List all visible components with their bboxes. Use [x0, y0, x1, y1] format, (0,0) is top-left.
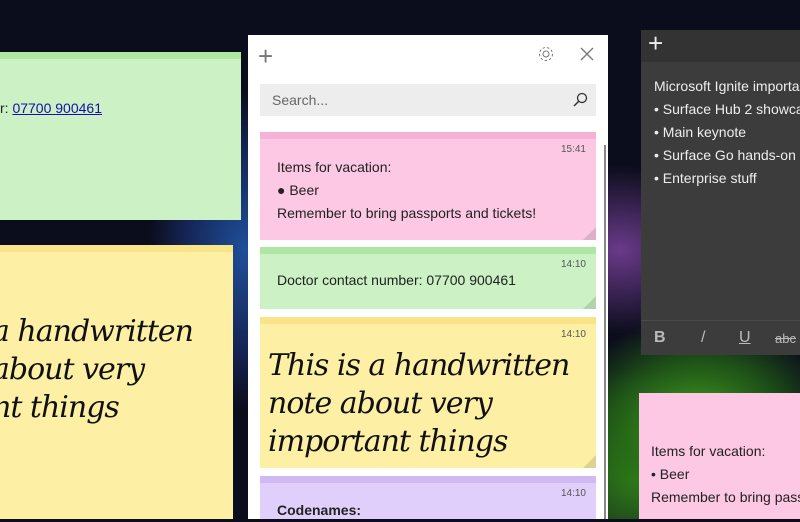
add-note-icon[interactable]: + [648, 28, 663, 59]
search-bar[interactable] [260, 84, 596, 116]
note-text: Items for vacation: • Beer Remember to b… [651, 440, 800, 509]
note-line: • Beer [651, 466, 690, 482]
note-card[interactable]: 14:10 Doctor contact number: 07700 90046… [260, 247, 596, 309]
handwriting: a handwritten about very nt things [0, 313, 194, 427]
sticky-note-yellow-left[interactable]: a handwritten about very nt things [0, 245, 233, 519]
format-toolbar: B / U abc [641, 320, 800, 356]
notes-list-panel: + 15:41 Items for vacation: ● Beer Remem… [248, 35, 608, 519]
search-input[interactable] [270, 91, 554, 109]
scrollbar[interactable] [604, 145, 606, 519]
italic-button[interactable]: / [701, 329, 705, 347]
search-icon[interactable] [572, 92, 588, 113]
note-line: Remember to bring passports and tickets! [277, 205, 537, 221]
close-icon[interactable] [580, 47, 594, 66]
note-line: • Surface Hub 2 showcase [654, 101, 800, 117]
note-header [260, 132, 596, 139]
ink-line: important things [268, 424, 508, 459]
note-line: Remember to bring passports [651, 489, 800, 505]
underline-button[interactable]: U [739, 329, 751, 347]
sticky-note-green-left[interactable]: r: 07700 900461 [0, 52, 241, 220]
add-note-icon[interactable]: + [258, 41, 273, 72]
handwriting: This is a handwritten note about very im… [268, 347, 570, 461]
ink-line: nt things [0, 390, 120, 425]
ink-line: a handwritten [0, 314, 194, 349]
page-fold [583, 455, 596, 468]
note-line: • Enterprise stuff [654, 170, 757, 186]
note-text: Doctor contact number: 07700 900461 [277, 272, 516, 288]
page-fold [583, 227, 596, 240]
note-text[interactable]: Microsoft Ignite important • Surface Hub… [654, 75, 800, 190]
note-timestamp: 14:10 [560, 329, 586, 340]
ink-line: about very [0, 352, 145, 387]
note-card[interactable]: 15:41 Items for vacation: ● Beer Remembe… [260, 132, 596, 240]
note-line: • Main keynote [654, 124, 747, 140]
strikethrough-button[interactable]: abc [775, 331, 796, 346]
gear-icon[interactable] [537, 45, 555, 68]
note-header [260, 247, 596, 254]
bold-button[interactable]: B [654, 329, 666, 347]
note-line: ● Beer [277, 182, 319, 198]
note-timestamp: 14:10 [560, 488, 586, 499]
sticky-note-dark[interactable]: + Microsoft Ignite important • Surface H… [641, 28, 800, 356]
note-header [260, 476, 596, 483]
sticky-note-pink-right[interactable]: Items for vacation: • Beer Remember to b… [639, 393, 800, 519]
note-text: r: [0, 100, 13, 116]
note-line: Items for vacation: [651, 443, 766, 459]
note-line: Microsoft Ignite important [654, 78, 800, 94]
note-timestamp: 15:41 [560, 144, 586, 155]
note-text: Items for vacation: ● Beer Remember to b… [277, 156, 536, 225]
page-fold [583, 296, 596, 309]
note-line: Items for vacation: [277, 159, 392, 175]
note-timestamp: 14:10 [560, 259, 586, 270]
phone-link[interactable]: 07700 900461 [12, 100, 102, 116]
note-header: + [641, 28, 800, 62]
ink-line: note about very [268, 386, 493, 421]
note-header [0, 52, 241, 59]
note-line: • Surface Go hands-on [654, 147, 796, 163]
note-header [0, 245, 233, 252]
note-header [260, 317, 596, 324]
ink-line: This is a handwritten [268, 348, 570, 383]
note-card[interactable]: 14:10 Codenames: [260, 476, 596, 519]
note-card[interactable]: 14:10 This is a handwritten note about v… [260, 317, 596, 468]
